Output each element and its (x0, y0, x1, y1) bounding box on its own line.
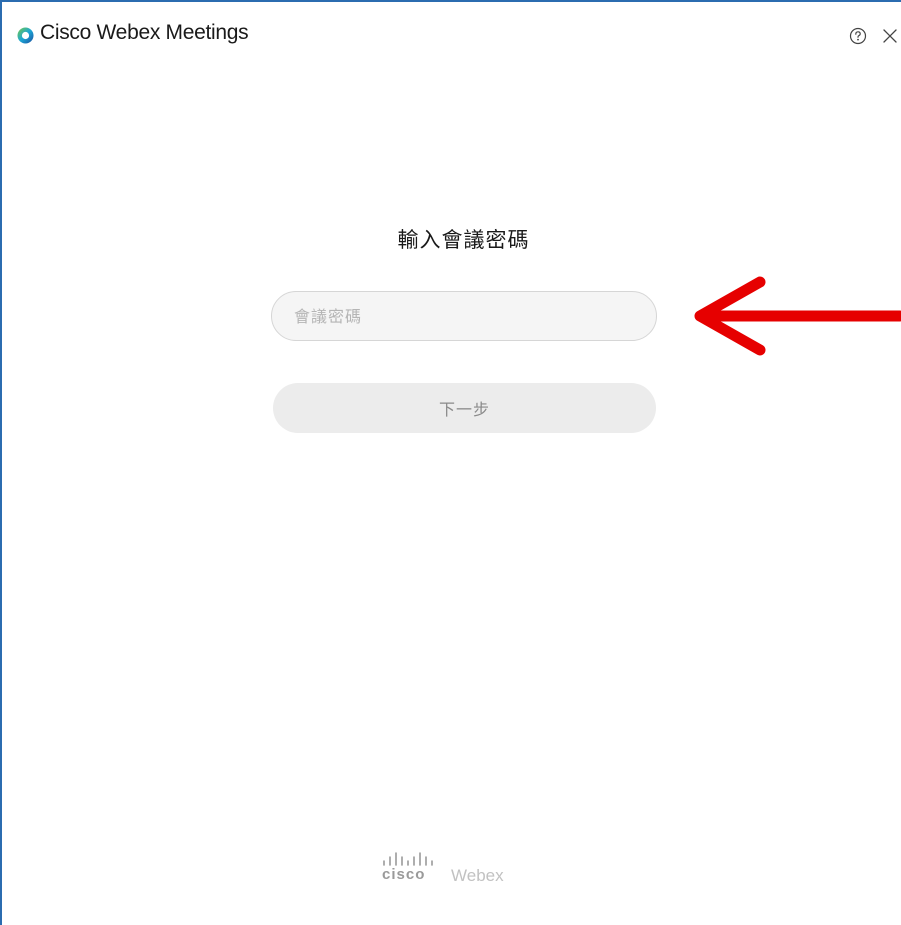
webex-window: Cisco Webex Meetings 輸入會議密碼 下一步 cisco We… (0, 0, 901, 925)
cisco-webex-logo: cisco Webex (382, 852, 522, 892)
close-icon[interactable] (880, 26, 900, 46)
help-circle-icon[interactable] (848, 26, 868, 46)
page-title: 輸入會議密碼 (397, 228, 530, 252)
left-arrow-icon (694, 276, 901, 356)
meeting-password-input[interactable] (271, 291, 657, 341)
window-title: Cisco Webex Meetings (40, 21, 249, 44)
title-bar: Cisco Webex Meetings (2, 2, 901, 64)
webex-logo-icon (17, 27, 34, 44)
next-button[interactable]: 下一步 (273, 383, 656, 433)
cisco-wordmark: cisco (382, 866, 426, 883)
webex-wordmark: Webex (451, 866, 504, 885)
